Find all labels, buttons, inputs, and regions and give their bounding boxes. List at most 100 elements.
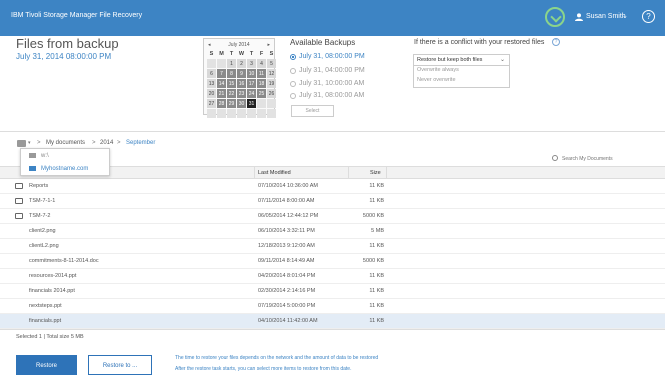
calendar-day[interactable]: 10 xyxy=(247,69,256,78)
calendar-day[interactable]: 25 xyxy=(257,89,266,98)
calendar-day[interactable]: 21 xyxy=(217,89,226,98)
table-row[interactable]: resources-2014.ppt 04/20/2014 8:01:04 PM 1… xyxy=(0,269,665,284)
file-size: 11 KB xyxy=(369,198,384,204)
calendar-day[interactable]: 6 xyxy=(207,69,216,78)
calendar-day xyxy=(257,99,266,108)
host-item[interactable]: w:\ xyxy=(21,149,109,162)
radio-selected-icon[interactable] xyxy=(290,53,296,60)
table-row[interactable]: financials 2014.ppt 02/30/2014 2:14:16 PM… xyxy=(0,284,665,299)
search-input[interactable] xyxy=(562,154,660,164)
calendar-day[interactable]: 3 xyxy=(247,59,256,68)
drive-icon xyxy=(29,166,36,171)
file-size: 11 KB xyxy=(369,303,384,309)
calendar-day[interactable]: 7 xyxy=(217,69,226,78)
column-divider xyxy=(254,167,255,178)
conflict-selected[interactable]: Restore but keep both files ⌄ xyxy=(414,55,509,66)
table-row[interactable]: client2.png 06/10/2014 3:32:11 PM 5 MB xyxy=(0,224,665,239)
calendar-day[interactable]: 30 xyxy=(237,99,246,108)
calendar-day[interactable]: 18 xyxy=(257,79,266,88)
calendar-day[interactable]: 15 xyxy=(227,79,236,88)
calendar-day[interactable]: 22 xyxy=(227,89,236,98)
calendar-day[interactable]: 31 xyxy=(247,99,256,108)
refresh-icon[interactable] xyxy=(545,7,565,27)
file-name[interactable]: financials 2014.ppt xyxy=(29,288,75,294)
file-name[interactable]: clientL2.png xyxy=(29,243,59,249)
breadcrumb-item[interactable]: 2014 xyxy=(100,140,113,146)
search-icon xyxy=(552,155,558,161)
file-name[interactable]: Reports xyxy=(29,183,48,189)
file-name[interactable]: nextsteps.ppt xyxy=(29,303,62,309)
backup-date: July 31, 2014 08:00:00 PM xyxy=(16,52,112,61)
table-row[interactable]: financials.ppt 04/10/2014 11:42:00 AM 11 K… xyxy=(0,314,665,329)
calendar-day[interactable]: 19 xyxy=(267,79,276,88)
table-row[interactable]: clientL2.png 12/18/2013 9:12:00 AM 11 KB xyxy=(0,239,665,254)
table-row[interactable]: commitments-8-11-2014.doc 09/11/2014 8:14… xyxy=(0,254,665,269)
folder-icon xyxy=(15,198,23,204)
calendar-day[interactable]: 23 xyxy=(237,89,246,98)
conflict-option[interactable]: Never overwrite xyxy=(414,76,509,86)
file-modified: 09/11/2014 8:14:49 AM xyxy=(258,258,315,264)
weekday-label: M xyxy=(219,50,224,57)
table-row[interactable]: nextsteps.ppt 07/19/2014 5:00:00 PM 11 KB xyxy=(0,299,665,314)
calendar-day[interactable]: 16 xyxy=(237,79,246,88)
conflict-option[interactable]: Overwrite always xyxy=(414,66,509,76)
table-row[interactable]: Reports 07/10/2014 10:36:00 AM 11 KB xyxy=(0,179,665,194)
calendar-day[interactable]: 11 xyxy=(257,69,266,78)
calendar-day[interactable]: 12 xyxy=(267,69,276,78)
table-row[interactable]: TSM-7-1-1 07/11/2014 8:00:00 AM 11 KB xyxy=(0,194,665,209)
help-icon[interactable]: ? xyxy=(642,10,655,23)
file-modified: 04/20/2014 8:01:04 PM xyxy=(258,273,316,279)
conflict-selected-label: Restore but keep both files xyxy=(417,57,483,63)
next-month-icon[interactable]: ▸ xyxy=(267,42,270,48)
calendar-day[interactable]: 13 xyxy=(207,79,216,88)
calendar-day[interactable]: 17 xyxy=(247,79,256,88)
select-button[interactable]: Select xyxy=(291,105,334,117)
calendar-day[interactable]: 2 xyxy=(237,59,246,68)
backup-option[interactable]: July 31, 10:00:00 AM xyxy=(290,80,364,87)
chevron-down-icon[interactable]: ⌄ xyxy=(622,12,628,20)
folder-icon[interactable] xyxy=(17,140,26,147)
calendar-day[interactable]: 24 xyxy=(247,89,256,98)
radio-icon[interactable] xyxy=(290,67,296,74)
backup-option[interactable]: July 31, 08:00:00 PM xyxy=(290,53,365,60)
file-name[interactable]: financials.ppt xyxy=(29,318,61,324)
file-name[interactable]: TSM-7-1-1 xyxy=(29,198,55,204)
breadcrumb-item[interactable]: My documents xyxy=(46,140,85,146)
available-backups-title: Available Backups xyxy=(290,38,356,47)
calendar-day[interactable]: 28 xyxy=(217,99,226,108)
calendar-day[interactable]: 8 xyxy=(227,69,236,78)
file-modified: 07/10/2014 10:36:00 AM xyxy=(258,183,318,189)
calendar-day[interactable]: 29 xyxy=(227,99,236,108)
radio-icon[interactable] xyxy=(290,80,296,87)
backup-option[interactable]: July 31, 08:00:00 AM xyxy=(290,92,364,99)
radio-icon[interactable] xyxy=(290,92,296,99)
restore-button[interactable]: Restore xyxy=(16,355,77,375)
chevron-down-icon[interactable]: ▾ xyxy=(28,140,31,146)
calendar-day[interactable]: 5 xyxy=(267,59,276,68)
prev-month-icon[interactable]: ◂ xyxy=(208,42,211,48)
conflict-dropdown[interactable]: Restore but keep both files ⌄ Overwrite … xyxy=(413,54,510,88)
restore-to-button[interactable]: Restore to ... xyxy=(88,355,152,375)
calendar-day[interactable]: 1 xyxy=(227,59,236,68)
file-name[interactable]: resources-2014.ppt xyxy=(29,273,76,279)
calendar-day[interactable]: 9 xyxy=(237,69,246,78)
calendar-day[interactable]: 4 xyxy=(257,59,266,68)
user-name[interactable]: Susan Smith xyxy=(586,13,626,20)
chevron-down-icon[interactable]: ⌄ xyxy=(500,56,505,63)
calendar-day[interactable]: 14 xyxy=(217,79,226,88)
file-name[interactable]: commitments-8-11-2014.doc xyxy=(29,258,99,264)
file-name[interactable]: client2.png xyxy=(29,228,56,234)
calendar-day[interactable]: 27 xyxy=(207,99,216,108)
breadcrumb-separator: > xyxy=(117,140,121,146)
calendar-day[interactable]: 26 xyxy=(267,89,276,98)
status-bar: Selected 1 | Total size 5 MB xyxy=(0,329,665,343)
backup-option[interactable]: July 31, 04:00:00 PM xyxy=(290,67,365,74)
backup-option-label: July 31, 08:00:00 AM xyxy=(299,92,365,99)
column-header-size[interactable]: Size xyxy=(370,170,381,176)
table-row[interactable]: TSM-7-2 06/05/2014 12:44:12 PM 5000 KB xyxy=(0,209,665,224)
column-header-modified[interactable]: Last Modified xyxy=(258,170,291,176)
help-icon[interactable]: ? xyxy=(552,38,560,46)
calendar-day[interactable]: 20 xyxy=(207,89,216,98)
host-item[interactable]: Myhostname.com xyxy=(21,162,109,175)
file-name[interactable]: TSM-7-2 xyxy=(29,213,50,219)
